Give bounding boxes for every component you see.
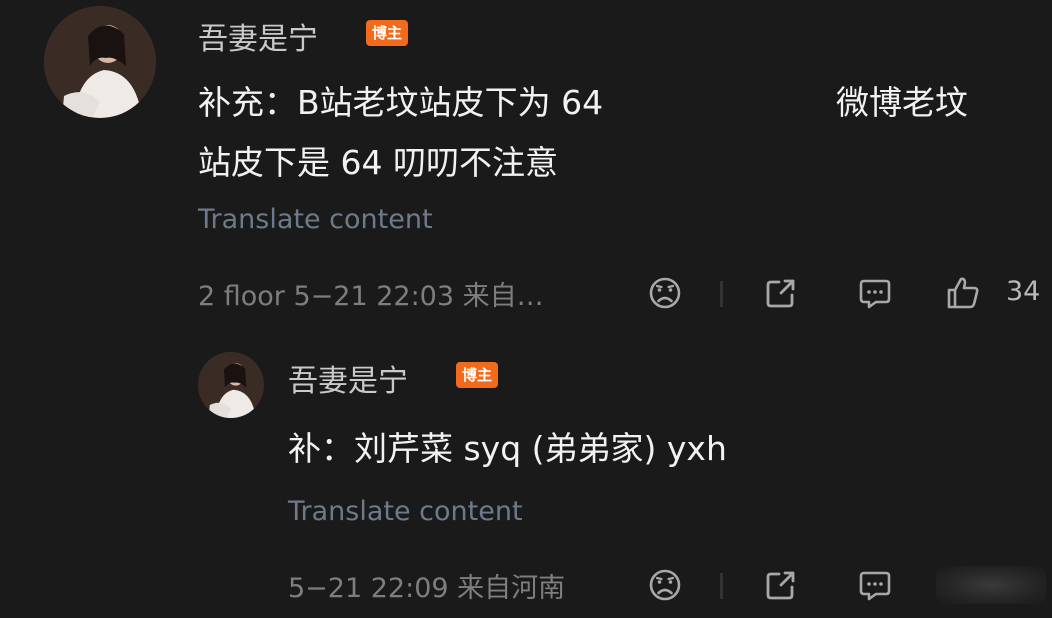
dislike-face-icon[interactable] [646,274,684,312]
dislike-face-icon[interactable] [646,566,684,604]
translate-link[interactable]: Translate content [198,204,433,235]
share-icon[interactable] [762,566,800,604]
like-count: 34 [1006,276,1041,307]
avatar[interactable] [198,352,264,418]
reply-text: 补：刘芹菜 syq (弟弟家) yxh [288,429,727,468]
comment-text: 微博老坟 [836,83,968,122]
author-badge: 博主 [456,362,499,388]
comment-text: 补充：B站老坟站皮下为 64 [198,83,604,122]
translate-link[interactable]: Translate content [288,496,523,527]
share-icon[interactable] [762,274,800,312]
divider [720,281,723,307]
comment-icon[interactable] [856,274,894,312]
comment-text: 站皮下是 64 叨叨不注意 [198,143,558,182]
username[interactable]: 吾妻是宁 [198,14,318,58]
divider [720,573,723,599]
author-badge: 博主 [366,20,409,46]
username[interactable]: 吾妻是宁 [288,356,408,400]
watermark-blur [936,566,1046,604]
avatar[interactable] [44,6,156,118]
thumbs-up-icon[interactable] [944,274,982,312]
comment-icon[interactable] [856,566,894,604]
reply-meta: 5−21 22:09 来自河南 [288,573,566,604]
comment-thread: 吾妻是宁 博主 补充：B站老坟站皮下为 64 微博老坟 站皮下是 64 叨叨不注… [0,0,1052,618]
comment-meta: 2 floor 5−21 22:03 来自… [198,281,544,312]
